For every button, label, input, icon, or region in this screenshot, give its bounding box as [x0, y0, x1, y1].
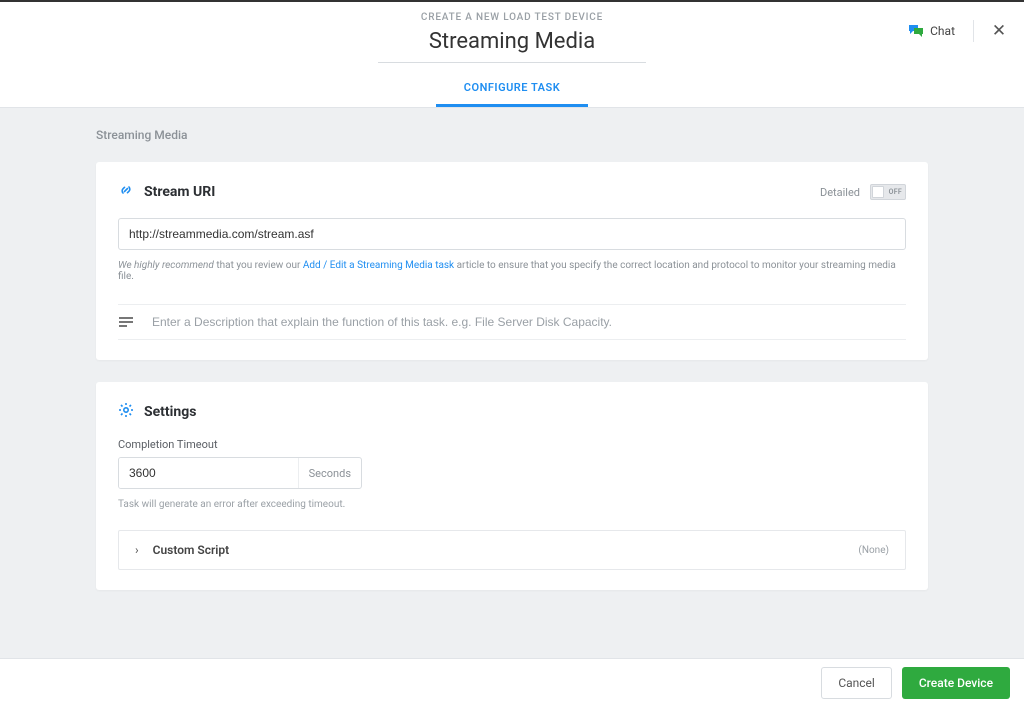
timeout-suffix: Seconds [298, 458, 361, 488]
settings-header: Settings [118, 402, 906, 422]
settings-card: Settings Completion Timeout Seconds Task… [96, 382, 928, 590]
header: Chat ✕ CREATE A NEW LOAD TEST DEVICE Str… [0, 2, 1024, 108]
timeout-input[interactable] [119, 458, 298, 488]
link-icon [118, 182, 134, 202]
stream-uri-header: Stream URI Detailed OFF [118, 182, 906, 202]
description-row [118, 305, 906, 340]
detailed-label: Detailed [820, 186, 860, 199]
title-underline [378, 62, 646, 63]
close-icon: ✕ [992, 21, 1006, 41]
content-area: Streaming Media Stream URI Detailed OFF [0, 108, 1024, 706]
stream-uri-card: Stream URI Detailed OFF We highly recomm… [96, 162, 928, 360]
custom-script-title: Custom Script [153, 543, 230, 557]
detailed-toggle-wrap: Detailed OFF [820, 184, 906, 200]
toggle-knob [872, 186, 884, 198]
section-label: Streaming Media [96, 128, 928, 142]
stream-uri-helper: We highly recommend that you review our … [118, 260, 906, 282]
chat-icon [908, 24, 924, 38]
helper-emphasis: We highly recommend [118, 260, 214, 271]
chevron-right-icon: › [135, 543, 139, 557]
notes-icon [118, 316, 134, 328]
tab-configure-task[interactable]: CONFIGURE TASK [436, 75, 588, 107]
helper-link[interactable]: Add / Edit a Streaming Media task [303, 260, 454, 271]
stream-uri-title: Stream URI [144, 184, 215, 200]
cancel-button[interactable]: Cancel [821, 667, 892, 699]
custom-script-accordion: › Custom Script (None) [118, 530, 906, 570]
header-actions: Chat ✕ [890, 20, 1024, 42]
timeout-helper: Task will generate an error after exceed… [118, 499, 906, 510]
close-button[interactable]: ✕ [974, 21, 1024, 41]
detailed-toggle[interactable]: OFF [870, 184, 906, 200]
settings-title: Settings [144, 404, 196, 420]
tabs: CONFIGURE TASK [0, 75, 1024, 107]
page-title: Streaming Media [0, 29, 1024, 62]
timeout-input-group: Seconds [118, 457, 362, 489]
footer: Cancel Create Device [0, 658, 1024, 706]
gear-icon [118, 402, 134, 422]
create-device-button[interactable]: Create Device [902, 667, 1010, 699]
description-input[interactable] [152, 315, 906, 329]
custom-script-badge: (None) [858, 545, 889, 556]
chat-label: Chat [930, 24, 955, 38]
breadcrumb: CREATE A NEW LOAD TEST DEVICE [0, 12, 1024, 23]
stream-uri-input[interactable] [118, 218, 906, 250]
chat-button[interactable]: Chat [890, 20, 974, 42]
helper-middle: that you review our [214, 260, 303, 271]
custom-script-header[interactable]: › Custom Script (None) [119, 531, 905, 569]
timeout-label: Completion Timeout [118, 438, 906, 451]
toggle-state-label: OFF [889, 188, 902, 196]
